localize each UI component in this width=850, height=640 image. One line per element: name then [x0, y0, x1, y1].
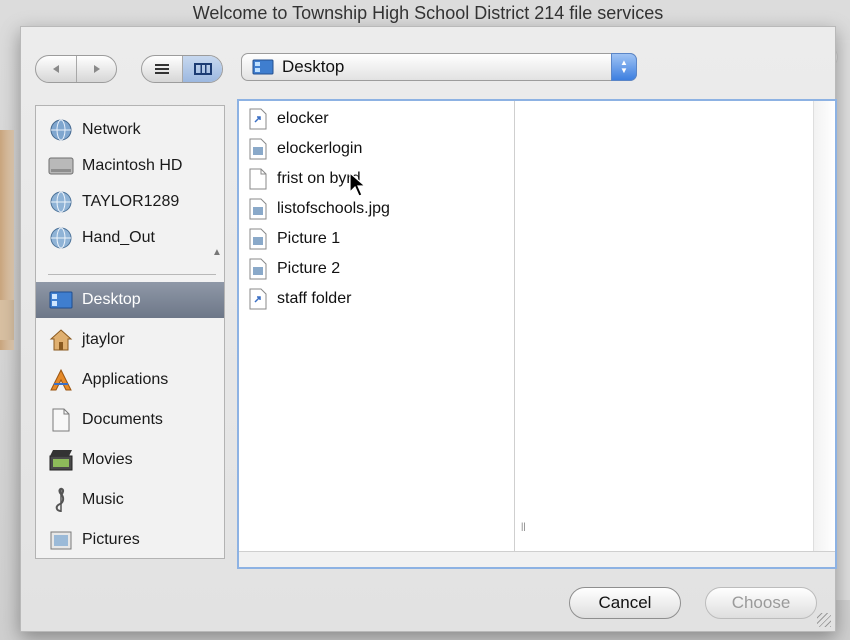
sidebar-item-hand-out[interactable]: Hand_Out	[36, 220, 224, 256]
desktop-icon	[48, 287, 74, 313]
home-icon	[48, 327, 74, 353]
alias-document-icon	[249, 108, 267, 130]
file-name: listofschools.jpg	[277, 200, 390, 217]
back-forward-control	[35, 55, 117, 83]
sidebar-item-label: Pictures	[82, 531, 140, 548]
sidebar-item-macintosh-hd[interactable]: Macintosh HD	[36, 148, 224, 184]
image-document-icon	[249, 138, 267, 160]
pictures-icon	[48, 527, 74, 553]
sidebar-item-label: TAYLOR1289	[82, 193, 180, 210]
sidebar-item-desktop[interactable]: Desktop	[36, 282, 224, 318]
alias-document-icon	[249, 288, 267, 310]
horizontal-scrollbar[interactable]	[239, 551, 835, 567]
list-item[interactable]: Picture 1	[249, 225, 511, 253]
blank-document-icon	[249, 168, 267, 190]
list-item[interactable]: elocker	[249, 105, 511, 133]
forward-button[interactable]	[76, 56, 116, 82]
resize-grip-icon[interactable]	[817, 613, 831, 627]
sidebar-item-label: Network	[82, 121, 141, 138]
music-icon	[48, 487, 74, 513]
list-view-icon	[155, 64, 169, 74]
browser-column-empty	[516, 101, 810, 553]
sidebar-item-applications[interactable]: Applications	[36, 362, 224, 398]
file-name: Picture 1	[277, 230, 341, 247]
image-document-icon	[249, 258, 267, 280]
file-name: staff folder	[277, 290, 352, 307]
list-item[interactable]: staff folder	[249, 285, 511, 313]
back-button[interactable]	[36, 56, 76, 82]
server-globe-icon	[48, 225, 74, 251]
sidebar-item-jtaylor[interactable]: jtaylor	[36, 322, 224, 358]
movies-icon	[48, 447, 74, 473]
file-chooser-sheet: Welcome to Township High School District…	[20, 3, 837, 632]
sidebar-item-label: Documents	[82, 411, 163, 428]
column-view-button[interactable]	[182, 56, 222, 82]
path-popup[interactable]: Desktop ▲ ▼	[241, 53, 637, 81]
hard-drive-icon	[48, 153, 74, 179]
sidebar-item-label: Music	[82, 491, 124, 508]
sidebar-item-documents[interactable]: Documents	[36, 402, 224, 438]
server-globe-icon	[48, 189, 74, 215]
list-item[interactable]: Picture 2	[249, 255, 511, 283]
column-resize-handle[interactable]: ||	[521, 521, 526, 531]
sidebar-item-label: Macintosh HD	[82, 157, 183, 174]
column-view-icon	[193, 63, 212, 75]
sidebar-item-label: Hand_Out	[82, 229, 155, 246]
browser-column-desktop: elocker elockerlogin frist on byrd listo…	[239, 101, 515, 553]
sidebar-item-label: Applications	[82, 371, 169, 388]
list-view-button[interactable]	[142, 56, 182, 82]
file-name: elockerlogin	[277, 140, 363, 157]
list-item[interactable]: listofschools.jpg	[249, 195, 511, 223]
sidebar-resize-caret-icon[interactable]: ▲	[212, 247, 222, 258]
cancel-button[interactable]: Cancel	[569, 587, 681, 619]
mouse-pointer-icon	[349, 172, 367, 197]
sidebar-item-taylor1289[interactable]: TAYLOR1289	[36, 184, 224, 220]
sidebar-item-network[interactable]: Network	[36, 112, 224, 148]
popup-arrows-icon: ▲ ▼	[611, 53, 637, 81]
sidebar: Network Macintosh HD TAYLOR1289 Hand_Out	[35, 105, 225, 559]
forward-arrow-icon	[93, 65, 100, 73]
documents-icon	[48, 407, 74, 433]
choose-button[interactable]: Choose	[705, 587, 817, 619]
sidebar-item-label: Movies	[82, 451, 133, 468]
sheet-title: Welcome to Township High School District…	[192, 3, 664, 23]
image-document-icon	[249, 228, 267, 250]
sidebar-item-label: jtaylor	[82, 331, 125, 348]
background-window-right-edge	[836, 40, 850, 600]
sidebar-item-pictures[interactable]: Pictures	[36, 522, 224, 558]
applications-icon	[48, 367, 74, 393]
back-arrow-icon	[53, 65, 59, 73]
background-image-strip-lower	[0, 300, 14, 340]
view-mode-control	[141, 55, 223, 83]
file-name: Picture 2	[277, 260, 341, 277]
sidebar-item-label: Desktop	[82, 291, 141, 308]
desktop-icon	[252, 59, 274, 75]
file-name: elocker	[277, 110, 329, 127]
network-globe-icon	[48, 117, 74, 143]
image-document-icon	[249, 198, 267, 220]
sidebar-item-movies[interactable]: Movies	[36, 442, 224, 478]
sidebar-item-music[interactable]: Music	[36, 482, 224, 518]
path-popup-label: Desktop	[282, 57, 345, 76]
file-browser: elocker elockerlogin frist on byrd listo…	[237, 99, 837, 569]
sidebar-divider	[48, 274, 216, 275]
vertical-scrollbar[interactable]	[813, 101, 835, 553]
list-item[interactable]: frist on byrd	[249, 165, 511, 193]
list-item[interactable]: elockerlogin	[249, 135, 511, 163]
